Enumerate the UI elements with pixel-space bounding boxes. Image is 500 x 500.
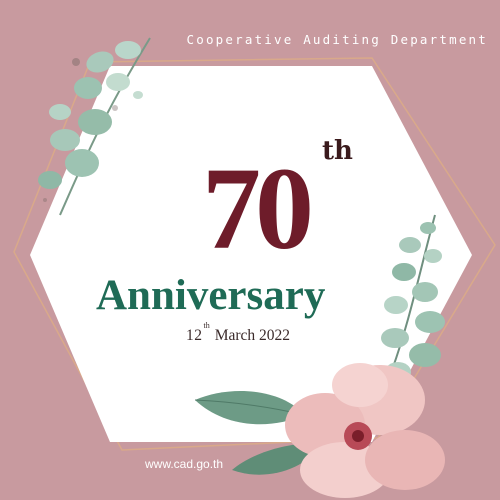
date-month-year: March 2022 [214,327,291,345]
date-day-suffix: th [203,321,210,330]
anniversary-date: 12th March 2022 [186,321,291,345]
anniversary-title: Anniversary [96,272,326,319]
ordinal-suffix: th [322,136,353,166]
department-title: Cooperative Auditing Department [186,32,488,47]
date-day: 12 [186,327,203,345]
anniversary-number: 70 [202,143,314,274]
website-link[interactable]: www.cad.go.th [145,457,223,471]
